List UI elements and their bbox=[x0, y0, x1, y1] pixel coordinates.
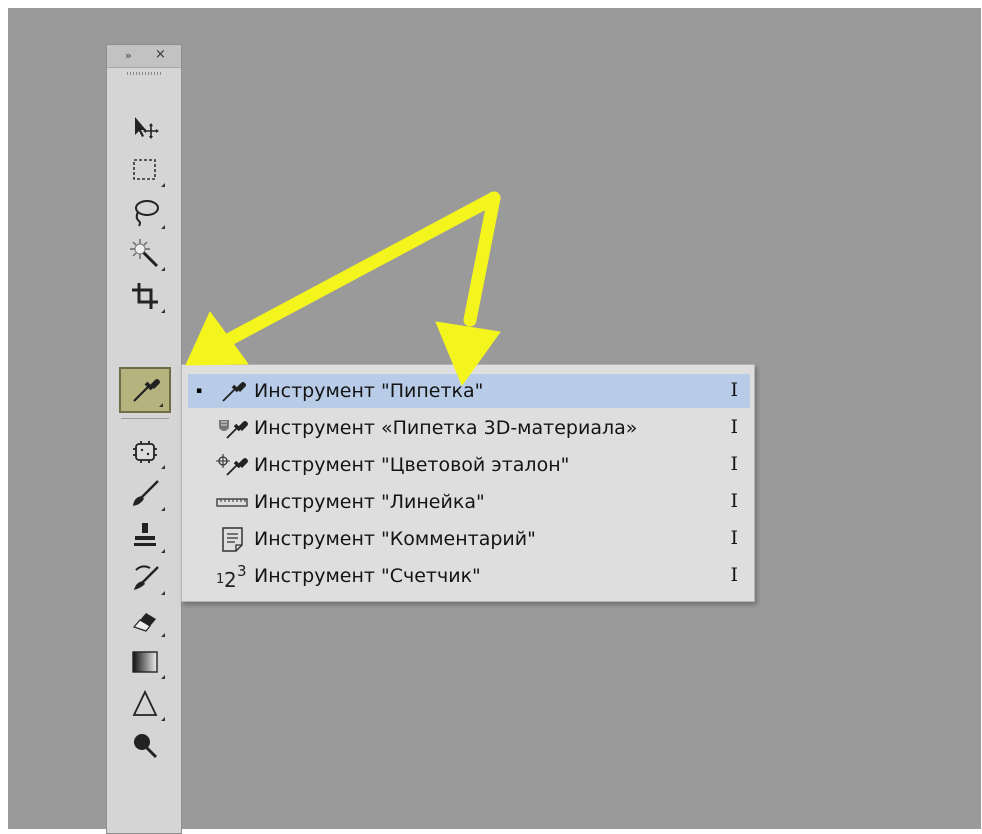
submenu-indicator bbox=[161, 591, 165, 595]
submenu-indicator bbox=[161, 507, 165, 511]
panel-header[interactable]: » × bbox=[107, 45, 181, 68]
marquee-tool-button[interactable] bbox=[119, 149, 171, 191]
history-brush-icon bbox=[134, 565, 159, 590]
submenu-indicator bbox=[161, 675, 165, 679]
lasso-icon bbox=[135, 200, 159, 227]
submenu-indicator bbox=[161, 717, 165, 721]
stamp-icon bbox=[134, 523, 156, 546]
submenu-indicator bbox=[161, 549, 165, 553]
submenu-indicator bbox=[161, 309, 165, 313]
svg-text:3: 3 bbox=[237, 562, 247, 580]
eraser-tool-button[interactable] bbox=[119, 599, 171, 641]
menu-item-label: Инструмент "Комментарий" bbox=[254, 528, 536, 550]
3d-material-eyedropper-icon bbox=[219, 420, 248, 439]
menu-item-shortcut: I bbox=[730, 379, 738, 401]
tools-panel: » × bbox=[106, 44, 182, 834]
gradient-icon bbox=[132, 651, 158, 673]
menu-item-3d-material-eyedropper[interactable]: Инструмент «Пипетка 3D-материала» I bbox=[188, 411, 750, 445]
blur-tool-button[interactable] bbox=[119, 683, 171, 725]
clone-stamp-tool-button[interactable] bbox=[119, 515, 171, 557]
magic-wand-tool-button[interactable] bbox=[119, 233, 171, 275]
gradient-tool-button[interactable] bbox=[119, 641, 171, 683]
submenu-indicator bbox=[161, 225, 165, 229]
move-icon bbox=[135, 117, 159, 139]
menu-item-shortcut: I bbox=[730, 564, 738, 586]
dodge-tool-button[interactable] bbox=[119, 725, 171, 767]
submenu-indicator bbox=[161, 267, 165, 271]
submenu-indicator bbox=[161, 633, 165, 637]
color-sampler-icon bbox=[216, 454, 248, 476]
eraser-icon bbox=[132, 613, 156, 632]
move-tool-button[interactable] bbox=[119, 107, 171, 149]
brush-icon bbox=[133, 480, 159, 506]
toolbar-separator bbox=[121, 418, 169, 419]
brush-tool-button[interactable] bbox=[119, 473, 171, 515]
menu-item-label: Инструмент "Счетчик" bbox=[254, 565, 481, 587]
lasso-tool-button[interactable] bbox=[119, 191, 171, 233]
eyedropper-tool-button[interactable] bbox=[119, 367, 171, 413]
dodge-icon bbox=[134, 734, 158, 759]
menu-item-shortcut: I bbox=[730, 490, 738, 512]
svg-text:2: 2 bbox=[224, 568, 237, 590]
menu-item-note[interactable]: Инструмент "Комментарий" I bbox=[188, 522, 750, 556]
menu-item-count[interactable]: 1 2 3 Инструмент "Счетчик" I bbox=[188, 559, 750, 593]
selected-bullet: ▪ bbox=[195, 386, 203, 396]
submenu-indicator bbox=[159, 403, 163, 407]
spot-healing-tool-button[interactable] bbox=[119, 431, 171, 473]
ruler-icon bbox=[216, 498, 248, 507]
submenu-indicator bbox=[161, 465, 165, 469]
marquee-icon bbox=[133, 159, 156, 180]
eyedropper-icon bbox=[222, 382, 246, 402]
bandage-icon bbox=[133, 441, 157, 463]
submenu-indicator bbox=[161, 183, 165, 187]
crop-tool-button[interactable] bbox=[119, 275, 171, 317]
count-icon: 1 2 3 bbox=[216, 562, 247, 590]
menu-item-label: Инструмент "Линейка" bbox=[254, 491, 485, 513]
menu-item-label: Инструмент "Пипетка" bbox=[254, 380, 484, 402]
menu-item-shortcut: I bbox=[730, 416, 738, 438]
menu-item-label: Инструмент «Пипетка 3D-материала» bbox=[254, 417, 638, 439]
close-panel-icon[interactable]: × bbox=[155, 47, 166, 62]
eyedropper-icon bbox=[133, 379, 160, 402]
eyedropper-tools-flyout: ▪ Инструмент "Пипетка" I Инструмент «Пип… bbox=[181, 364, 755, 602]
crop-icon bbox=[132, 283, 158, 309]
history-brush-tool-button[interactable] bbox=[119, 557, 171, 599]
menu-item-ruler[interactable]: Инструмент "Линейка" I bbox=[188, 485, 750, 519]
menu-item-shortcut: I bbox=[730, 453, 738, 475]
menu-item-shortcut: I bbox=[730, 527, 738, 549]
menu-item-label: Инструмент "Цветовой эталон" bbox=[254, 454, 570, 476]
expand-panel-icon[interactable]: » bbox=[125, 49, 132, 62]
blur-icon bbox=[132, 689, 158, 716]
note-icon bbox=[222, 527, 243, 552]
menu-item-eyedropper[interactable]: ▪ Инструмент "Пипетка" I bbox=[188, 374, 750, 408]
magic-wand-icon bbox=[130, 239, 159, 268]
panel-grip[interactable] bbox=[127, 72, 163, 75]
menu-item-color-sampler[interactable]: Инструмент "Цветовой эталон" I bbox=[188, 448, 750, 482]
